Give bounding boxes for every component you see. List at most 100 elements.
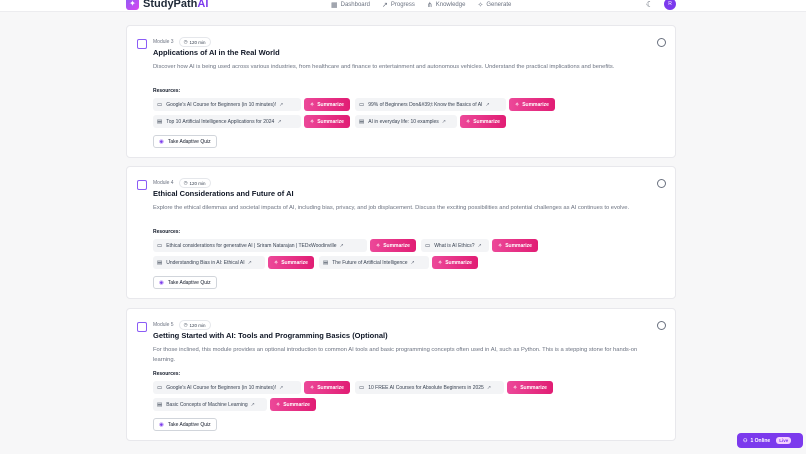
sparkles-icon: ✧ bbox=[513, 384, 518, 391]
resource-link[interactable]: ▤ AI in everyday life: 10 examples ↗ bbox=[355, 115, 457, 128]
complete-circle-icon[interactable] bbox=[657, 321, 666, 330]
summarize-button[interactable]: ✧ Summarize bbox=[304, 115, 350, 128]
document-icon: ▤ bbox=[157, 118, 163, 125]
resource-link[interactable]: ▭ 10 FREE AI Courses for Absolute Beginne… bbox=[355, 381, 504, 394]
sparkles-icon: ✧ bbox=[310, 101, 315, 108]
module-description: Explore the ethical dilemmas and societa… bbox=[153, 205, 630, 211]
summarize-button[interactable]: ✧ Summarize bbox=[304, 98, 350, 111]
clock-icon: ◷ bbox=[183, 180, 188, 185]
module-meta: Module 5 ◷ 120 min bbox=[153, 320, 211, 330]
module-title: Ethical Considerations and Future of AI bbox=[153, 189, 294, 198]
summarize-button[interactable]: ✧ Summarize bbox=[268, 256, 314, 269]
sparkles-icon: ✧ bbox=[376, 242, 381, 249]
document-icon: ▤ bbox=[359, 118, 365, 125]
resource-link[interactable]: ▭ 99% of Beginners Don&#39;t Know the Bas… bbox=[355, 98, 506, 111]
resource-link[interactable]: ▭ What is AI Ethics? ↗ bbox=[421, 239, 489, 252]
module-meta: Module 3 ◷ 120 min bbox=[153, 37, 211, 47]
document-icon: ▤ bbox=[157, 259, 163, 266]
external-link-icon: ↗ bbox=[477, 242, 482, 249]
module-label: Module 3 bbox=[153, 39, 174, 45]
summarize-button[interactable]: ✧ Summarize bbox=[507, 381, 553, 394]
external-link-icon: ↗ bbox=[279, 384, 284, 391]
sparkles-icon: ✧ bbox=[276, 401, 281, 408]
summarize-button[interactable]: ✧ Summarize bbox=[304, 381, 350, 394]
sparkles-icon: ✧ bbox=[274, 259, 279, 266]
video-icon: ▭ bbox=[425, 242, 431, 249]
theme-toggle-moon-icon[interactable]: ☾ bbox=[646, 0, 653, 9]
sparkles-icon: ✧ bbox=[310, 118, 315, 125]
summarize-button[interactable]: ✧ Summarize bbox=[509, 98, 555, 111]
summarize-button[interactable]: ✧ Summarize bbox=[432, 256, 478, 269]
module-title: Getting Started with AI: Tools and Progr… bbox=[153, 331, 388, 340]
resources-label: Resources: bbox=[153, 88, 181, 94]
module-checkbox[interactable] bbox=[137, 39, 147, 49]
module-description: For those inclined, this module provides… bbox=[153, 347, 638, 363]
nav-generate[interactable]: ✧ Generate bbox=[477, 1, 511, 9]
users-icon: ⚇ bbox=[743, 437, 748, 444]
module-description: Discover how AI is being used across var… bbox=[153, 64, 615, 70]
resources-label: Resources: bbox=[153, 229, 181, 235]
external-link-icon: ↗ bbox=[277, 118, 282, 125]
external-link-icon: ↗ bbox=[339, 242, 344, 249]
module-label: Module 4 bbox=[153, 180, 174, 186]
module-card: Module 3 ◷ 120 min Applications of AI in … bbox=[126, 25, 676, 158]
grid-icon: ▦ bbox=[331, 2, 338, 9]
complete-circle-icon[interactable] bbox=[657, 179, 666, 188]
nav-knowledge[interactable]: ⋔ Knowledge bbox=[427, 1, 466, 9]
resources-label: Resources: bbox=[153, 371, 181, 377]
main-nav: ▦ Dashboard ↗ Progress ⋔ Knowledge ✧ Generat… bbox=[331, 1, 511, 9]
brain-icon: ◉ bbox=[159, 279, 164, 286]
top-navbar: ✦ StudyPathAI ▦ Dashboard ↗ Progress ⋔ Know… bbox=[0, 0, 806, 12]
resource-link[interactable]: ▭ Ethical considerations for generative A… bbox=[153, 239, 367, 252]
duration-badge: ◷ 120 min bbox=[178, 178, 211, 188]
brain-icon: ◉ bbox=[159, 138, 164, 145]
module-title: Applications of AI in the Real World bbox=[153, 48, 280, 57]
sparkles-icon: ✧ bbox=[438, 259, 443, 266]
video-icon: ▭ bbox=[157, 242, 163, 249]
sparkles-icon: ✧ bbox=[498, 242, 503, 249]
module-meta: Module 4 ◷ 120 min bbox=[153, 178, 211, 188]
clock-icon: ◷ bbox=[183, 39, 188, 44]
sparkles-icon: ✧ bbox=[310, 384, 315, 391]
sparkles-icon: ✧ bbox=[466, 118, 471, 125]
resource-link[interactable]: ▭ Google's AI Course for Beginners (in 10… bbox=[153, 381, 301, 394]
module-label: Module 5 bbox=[153, 322, 174, 328]
clock-icon: ◷ bbox=[183, 322, 188, 327]
nav-dashboard[interactable]: ▦ Dashboard bbox=[331, 1, 370, 9]
summarize-button[interactable]: ✧ Summarize bbox=[370, 239, 416, 252]
take-adaptive-quiz-button[interactable]: ◉ Take Adaptive Quiz bbox=[153, 135, 217, 148]
video-icon: ▭ bbox=[157, 384, 163, 391]
video-icon: ▭ bbox=[359, 384, 365, 391]
resource-link[interactable]: ▭ Google's AI Course for Beginners (in 10… bbox=[153, 98, 301, 111]
module-checkbox[interactable] bbox=[137, 180, 147, 190]
brain-icon: ◉ bbox=[159, 421, 164, 428]
take-adaptive-quiz-button[interactable]: ◉ Take Adaptive Quiz bbox=[153, 418, 217, 431]
summarize-button[interactable]: ✧ Summarize bbox=[460, 115, 506, 128]
sparkles-icon: ✧ bbox=[477, 2, 484, 9]
video-icon: ▭ bbox=[157, 101, 163, 108]
external-link-icon: ↗ bbox=[250, 401, 255, 408]
take-adaptive-quiz-button[interactable]: ◉ Take Adaptive Quiz bbox=[153, 276, 217, 289]
complete-circle-icon[interactable] bbox=[657, 38, 666, 47]
resource-link[interactable]: ▤ Understanding Bias in AI: Ethical AI ↗ bbox=[153, 256, 265, 269]
nav-progress[interactable]: ↗ Progress bbox=[382, 1, 415, 9]
module-checkbox[interactable] bbox=[137, 322, 147, 332]
trend-icon: ↗ bbox=[381, 2, 388, 9]
sparkles-icon: ✧ bbox=[515, 101, 520, 108]
online-users-badge[interactable]: ⚇ 1 Online Live bbox=[737, 433, 803, 448]
module-card: Module 4 ◷ 120 min Ethical Considerations… bbox=[126, 166, 676, 299]
resource-link[interactable]: ▤ Basic Concepts of Machine Learning ↗ bbox=[153, 398, 267, 411]
external-link-icon: ↗ bbox=[441, 118, 446, 125]
brand-name: StudyPathAI bbox=[143, 0, 209, 10]
live-badge: Live bbox=[776, 437, 792, 444]
summarize-button[interactable]: ✧ Summarize bbox=[270, 398, 316, 411]
brand[interactable]: ✦ StudyPathAI bbox=[126, 0, 208, 10]
resource-link[interactable]: ▤ Top 10 Artificial Intelligence Applicat… bbox=[153, 115, 301, 128]
sparkles-logo-icon: ✦ bbox=[126, 0, 139, 10]
external-link-icon: ↗ bbox=[247, 259, 252, 266]
avatar[interactable]: R bbox=[664, 0, 676, 10]
summarize-button[interactable]: ✧ Summarize bbox=[492, 239, 538, 252]
duration-badge: ◷ 120 min bbox=[178, 37, 211, 47]
resource-link[interactable]: ▤ The Future of Artificial Intelligence ↗ bbox=[319, 256, 429, 269]
document-icon: ▤ bbox=[323, 259, 329, 266]
